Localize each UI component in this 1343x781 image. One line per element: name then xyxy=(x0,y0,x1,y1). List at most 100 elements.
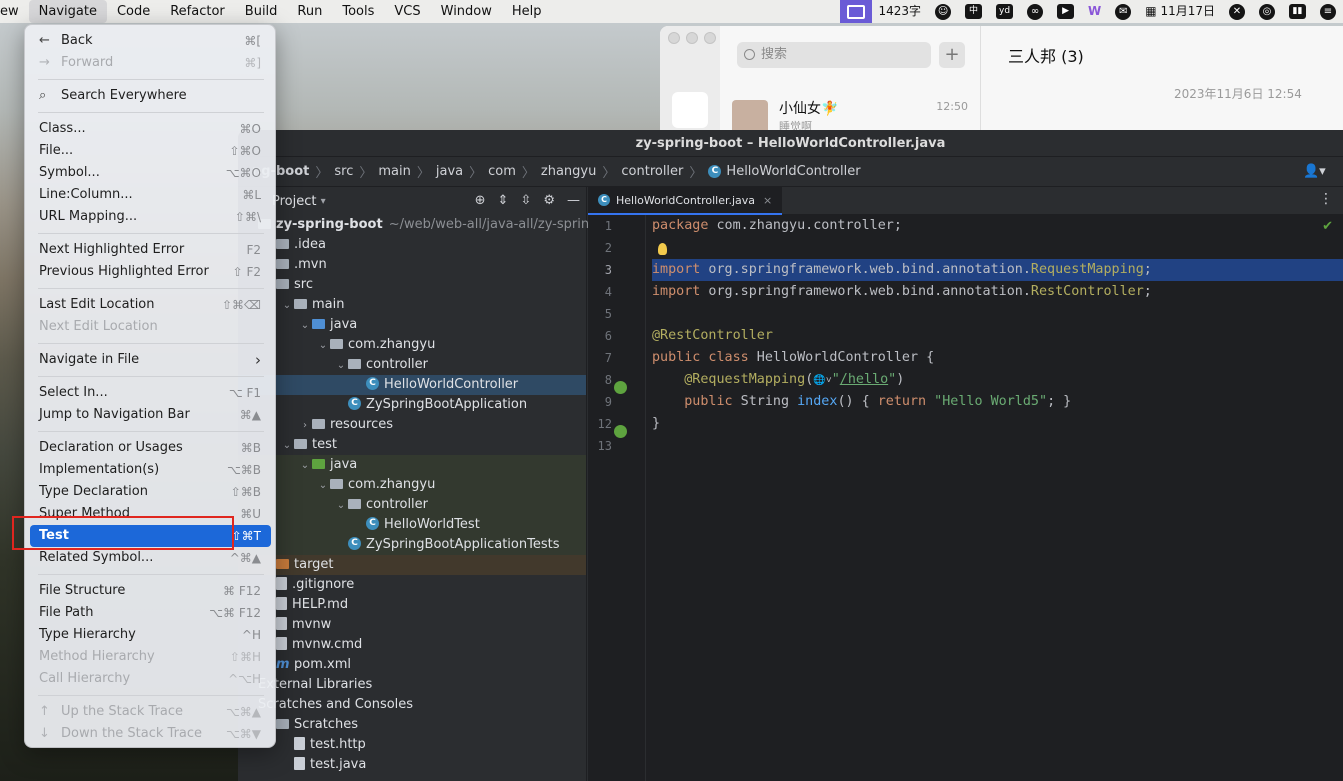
chevron-down-icon[interactable]: ⌄ xyxy=(298,456,312,476)
menu-item-implementation[interactable]: Implementation(s) ⌥⌘B xyxy=(30,459,271,481)
vpn-icon[interactable]: ◎ xyxy=(1252,0,1282,23)
project-header-label[interactable]: Project xyxy=(272,194,316,209)
zoom-icon[interactable] xyxy=(704,32,716,44)
tree-item[interactable]: mvnw xyxy=(238,615,586,635)
menu-refactor[interactable]: Refactor xyxy=(160,0,235,23)
menu-run[interactable]: Run xyxy=(287,0,332,23)
arrow-app-icon[interactable]: ▶ xyxy=(1050,0,1081,23)
tree-item[interactable]: Scratches and Consoles xyxy=(238,695,586,715)
close-icon[interactable] xyxy=(668,32,680,44)
word-count[interactable]: 1423字 xyxy=(872,0,929,23)
user-icon[interactable]: 👤▾ xyxy=(1303,164,1327,180)
tree-item[interactable]: test.http xyxy=(238,735,586,755)
collapse-all-icon[interactable]: ⇳ xyxy=(520,193,531,208)
tree-item[interactable]: ⌄ controller xyxy=(238,355,586,375)
menu-item-previous-error[interactable]: Previous Highlighted Error ⇧ F2 xyxy=(30,261,271,283)
chevron-down-icon[interactable]: ⌄ xyxy=(280,436,294,456)
breadcrumb-item[interactable]: zhangyu xyxy=(541,164,596,179)
chevron-down-icon[interactable]: ⌄ xyxy=(334,496,348,516)
menu-item-down-stack[interactable]: ↓ Down the Stack Trace ⌥⌘▼ xyxy=(30,723,271,745)
menu-item-back[interactable]: ← Back ⌘[ xyxy=(30,30,271,52)
tree-item[interactable]: zy-spring-boot ~/web/web-all/java-all/zy-… xyxy=(238,215,602,235)
battery-icon[interactable]: ▮▮ xyxy=(1282,0,1313,23)
globe-icon[interactable]: 🌐˅ xyxy=(813,375,831,386)
expand-all-icon[interactable]: ⇕ xyxy=(498,193,509,208)
menu-item-next-error[interactable]: Next Highlighted Error F2 xyxy=(30,239,271,261)
breadcrumb-item[interactable]: com xyxy=(488,164,516,179)
code-area[interactable]: package com.zhangyu.controller; import o… xyxy=(652,215,1343,781)
network-icon[interactable]: ✕ xyxy=(1222,0,1252,23)
menu-item-class[interactable]: Class... ⌘O xyxy=(30,118,271,140)
menu-item-url-mapping[interactable]: URL Mapping... ⇧⌘\ xyxy=(30,206,271,228)
chevron-down-icon[interactable]: ⌄ xyxy=(334,356,348,376)
spring-endpoint-icon[interactable] xyxy=(614,425,627,438)
screen-mirror-icon[interactable] xyxy=(839,0,872,23)
menu-item-search-everywhere[interactable]: ⌕ Search Everywhere xyxy=(30,85,271,107)
cloud-sync-icon[interactable]: ∞ xyxy=(1020,0,1050,23)
menu-item-file-structure[interactable]: File Structure ⌘ F12 xyxy=(30,580,271,602)
code-token[interactable]: /hello xyxy=(840,372,888,387)
menu-item-file[interactable]: File... ⇧⌘O xyxy=(30,140,271,162)
tree-item[interactable]: .mvn xyxy=(238,255,586,275)
menu-item-type-declaration[interactable]: Type Declaration ⇧⌘B xyxy=(30,481,271,503)
tree-item[interactable]: HELP.md xyxy=(238,595,586,615)
chevron-down-icon[interactable]: ⌄ xyxy=(280,296,294,316)
menu-item-method-hierarchy[interactable]: Method Hierarchy ⇧⌘H xyxy=(30,646,271,668)
menu-item-call-hierarchy[interactable]: Call Hierarchy ^⌥H xyxy=(30,668,271,690)
tab-hello-world-controller[interactable]: C HelloWorldController.java × xyxy=(588,187,783,215)
chevron-down-icon[interactable]: ⌄ xyxy=(298,316,312,336)
tree-item[interactable]: ⌄ java xyxy=(238,455,586,475)
input-method-icon[interactable]: 中 xyxy=(958,0,989,23)
tree-item[interactable]: C HelloWorldTest xyxy=(238,515,586,535)
chat-list-item[interactable]: 小仙女🧚 12:50 睡觉啊 xyxy=(732,96,980,130)
tree-item[interactable]: mvnw.cmd xyxy=(238,635,586,655)
tree-item[interactable]: m pom.xml xyxy=(238,655,586,675)
menu-tools[interactable]: Tools xyxy=(332,0,384,23)
tree-item[interactable]: .idea xyxy=(238,235,586,255)
tree-item[interactable]: src xyxy=(238,275,586,295)
tree-item[interactable]: C ZySpringBootApplication xyxy=(238,395,586,415)
more-icon[interactable]: ⋮ xyxy=(1319,191,1333,207)
chevron-down-icon[interactable]: ⌄ xyxy=(316,336,330,356)
menu-item-symbol[interactable]: Symbol... ⌥⌘O xyxy=(30,162,271,184)
gear-icon[interactable]: ⚙ xyxy=(543,193,555,208)
close-icon[interactable]: × xyxy=(763,194,772,207)
tree-item[interactable]: External Libraries xyxy=(238,675,586,695)
tree-item[interactable]: Scratches xyxy=(238,715,586,735)
menu-item-type-hierarchy[interactable]: Type Hierarchy ^H xyxy=(30,624,271,646)
spring-bean-icon[interactable] xyxy=(614,381,627,394)
menu-item-next-edit[interactable]: Next Edit Location xyxy=(30,316,271,338)
tree-item[interactable]: test.java xyxy=(238,755,586,775)
menu-help[interactable]: Help xyxy=(502,0,552,23)
add-chat-button[interactable]: + xyxy=(939,42,965,68)
tree-item[interactable]: › resources xyxy=(238,415,586,435)
chevron-down-icon[interactable]: ⌄ xyxy=(316,476,330,496)
tree-item[interactable]: target xyxy=(238,555,586,575)
wechat-search-input[interactable]: 搜索 xyxy=(737,42,931,68)
menu-vcs[interactable]: VCS xyxy=(384,0,430,23)
chevron-right-icon[interactable]: › xyxy=(298,416,312,436)
youdao-icon[interactable]: yd xyxy=(989,0,1020,23)
tree-item[interactable]: .gitignore xyxy=(238,575,586,595)
tree-item[interactable]: ⌄ test xyxy=(238,435,586,455)
menu-item-select-in[interactable]: Select In... ⌥ F1 xyxy=(30,382,271,404)
menu-item-forward[interactable]: → Forward ⌘] xyxy=(30,52,271,74)
tree-item[interactable]: ⌄ com.zhangyu xyxy=(238,475,586,495)
minimize-icon[interactable] xyxy=(686,32,698,44)
menu-view[interactable]: ew xyxy=(0,0,29,23)
menu-item-up-stack[interactable]: ↑ Up the Stack Trace ⌥⌘▲ xyxy=(30,701,271,723)
menu-item-line-column[interactable]: Line:Column... ⌘L xyxy=(30,184,271,206)
breadcrumb-item[interactable]: java xyxy=(436,164,463,179)
menu-item-jump-nav-bar[interactable]: Jump to Navigation Bar ⌘▲ xyxy=(30,404,271,426)
calendar-icon[interactable]: ▦ 11月17日 xyxy=(1138,0,1222,23)
menu-item-navigate-in-file[interactable]: Navigate in File › xyxy=(30,349,271,371)
breadcrumb-item[interactable]: HelloWorldController xyxy=(726,164,860,179)
tree-item[interactable]: ⌄ java xyxy=(238,315,586,335)
menu-item-related-symbol[interactable]: Related Symbol... ^⌘▲ xyxy=(30,547,271,569)
w-app-icon[interactable]: W xyxy=(1081,0,1108,23)
menu-item-declaration[interactable]: Declaration or Usages ⌘B xyxy=(30,437,271,459)
settings-icon[interactable]: ≡ xyxy=(1313,0,1343,23)
menu-item-file-path[interactable]: File Path ⌥⌘ F12 xyxy=(30,602,271,624)
tree-item[interactable]: C ZySpringBootApplicationTests xyxy=(238,535,586,555)
hide-icon[interactable]: — xyxy=(567,193,580,208)
